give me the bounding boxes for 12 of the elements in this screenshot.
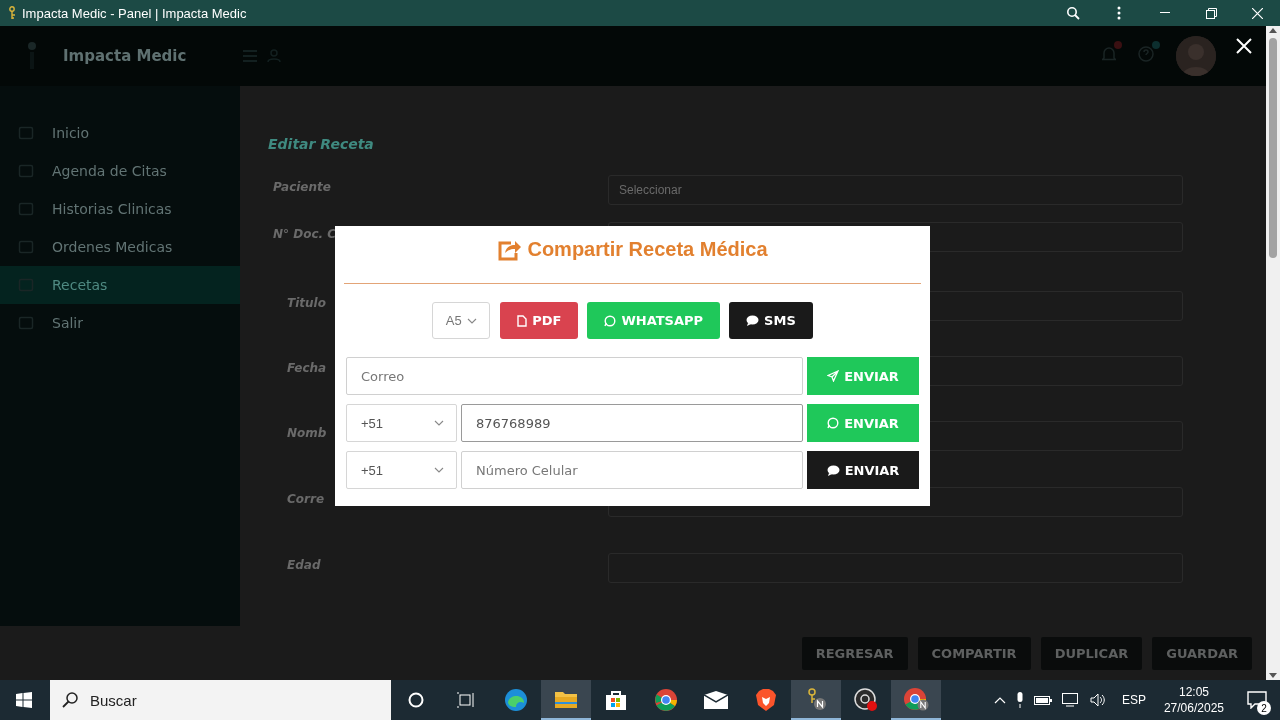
field-label: Nomb xyxy=(287,426,327,440)
field-label: Titulo xyxy=(287,296,326,310)
modal-title: Compartir Receta Médica xyxy=(527,238,768,261)
field-label: Fecha xyxy=(287,361,327,375)
field-label: Edad xyxy=(287,558,321,572)
field-label: N° Doc. C xyxy=(273,227,337,241)
window-title: Impacta Medic - Panel | Impacta Medic xyxy=(22,5,247,21)
brand-name: Impacta Medic xyxy=(63,47,188,65)
notification-count: 2 xyxy=(1257,701,1271,715)
page-title: Editar Receta xyxy=(268,136,375,152)
field-label: Corre xyxy=(287,492,325,506)
field-label: Paciente xyxy=(273,180,331,194)
